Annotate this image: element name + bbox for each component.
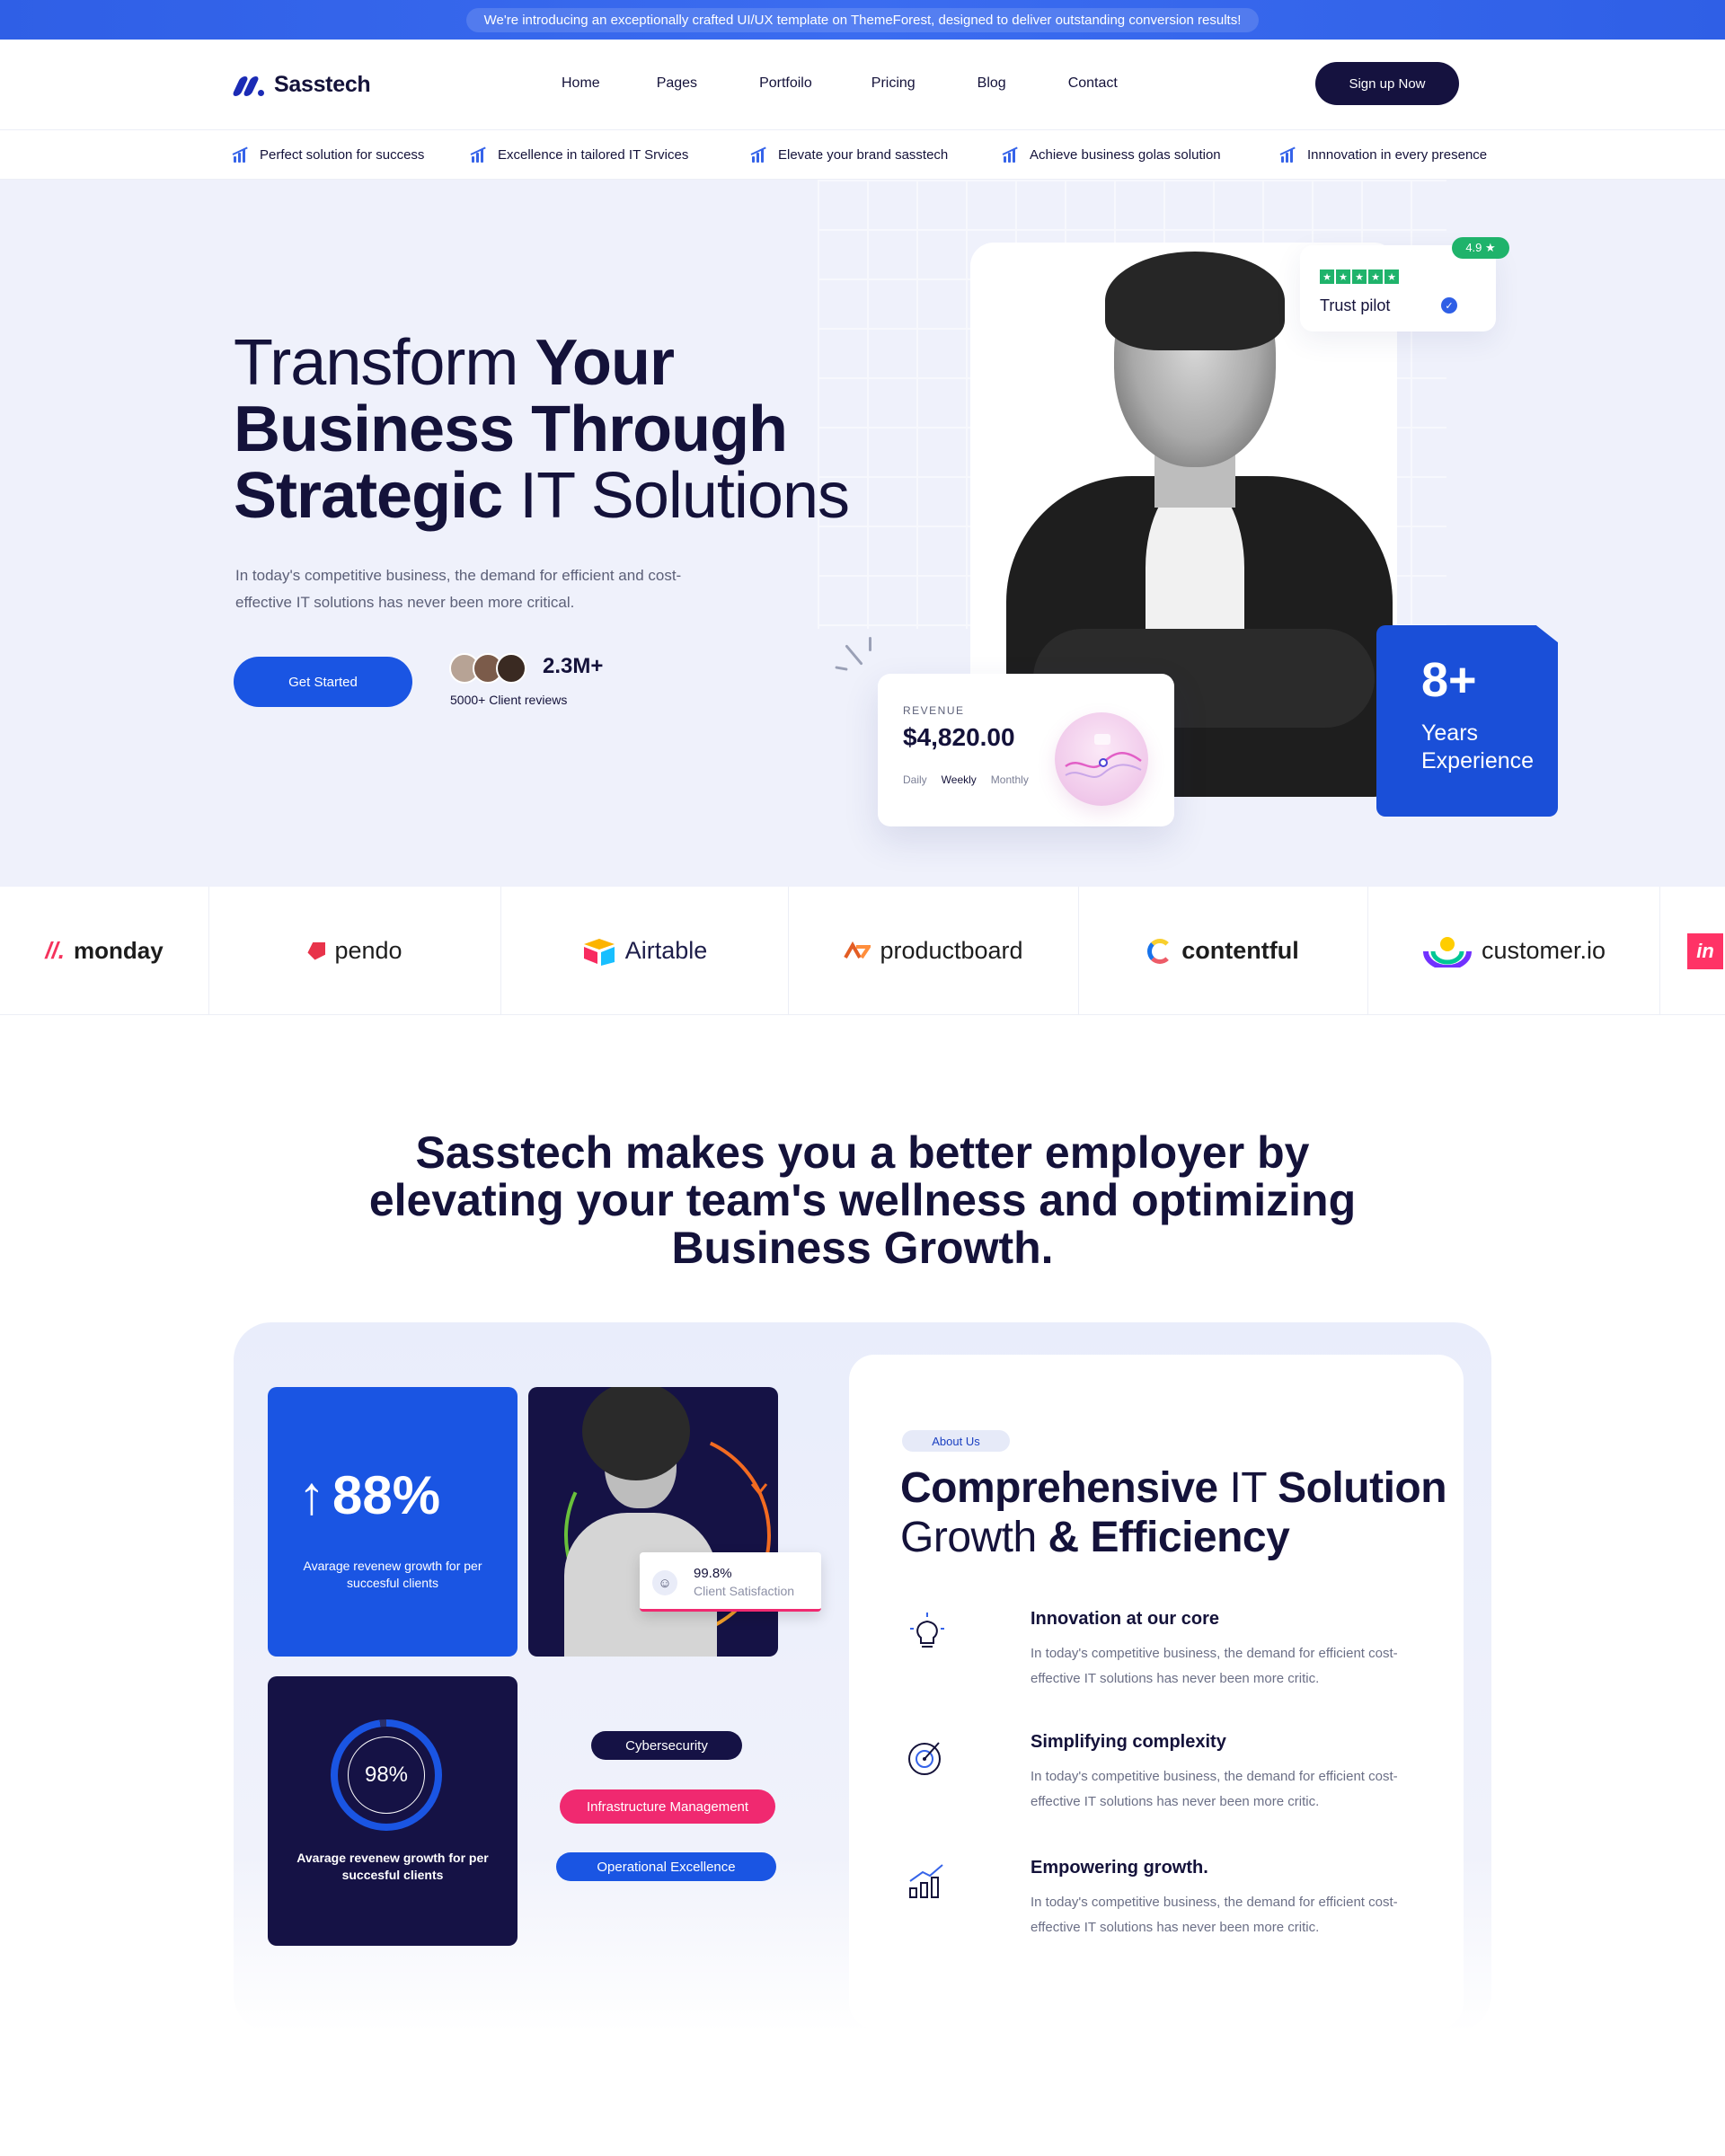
about-badge: About Us: [902, 1430, 1010, 1452]
partner-logo-productboard[interactable]: productboard: [789, 887, 1079, 1015]
strip-item: Innnovation in every presence: [1279, 146, 1488, 163]
get-started-button[interactable]: Get Started: [234, 657, 412, 707]
experience-card: 8+ Years Experience: [1376, 625, 1558, 817]
nav-item-contact[interactable]: Contact: [1068, 75, 1118, 92]
partner-logo-pendo[interactable]: pendo: [209, 887, 501, 1015]
nav-item-home[interactable]: Home: [562, 75, 600, 92]
nav-item-portfolio[interactable]: Portfoilo: [759, 75, 812, 92]
revenue-tabs: Daily Weekly Monthly: [903, 773, 1029, 786]
nav-item-blog[interactable]: Blog: [978, 75, 1006, 92]
site-header: Sasstech Home Pages Portfoilo Pricing Bl…: [0, 40, 1725, 129]
ring-value: 98%: [348, 1736, 425, 1814]
experience-label: Years Experience: [1421, 720, 1535, 773]
revenue-chart-icon: [1055, 712, 1148, 806]
section-heading: Sasstech makes you a better employer by …: [368, 1127, 1357, 1273]
strip-item-label: Innnovation in every presence: [1307, 146, 1488, 163]
tag-infrastructure[interactable]: Infrastructure Management: [560, 1789, 775, 1824]
hero-title: Transform Your Business Through Strategi…: [234, 327, 850, 532]
feature-description: In today's competitive business, the dem…: [1031, 1895, 1398, 1935]
growth-bars-icon: [1279, 146, 1296, 163]
client-avatars: [449, 653, 526, 684]
smile-icon: ☺: [652, 1570, 677, 1595]
ring-stat-card: 98% Avarage revenew growth for per succe…: [268, 1676, 518, 1946]
verified-badge-icon: ✓: [1441, 297, 1457, 314]
strip-item: Elevate your brand sasstech: [750, 146, 949, 163]
growth-stat-value: ↑ 88%: [298, 1465, 441, 1525]
announcement-bar: We're introducing an exceptionally craft…: [0, 0, 1725, 40]
revenue-card: REVENUE $4,820.00 Daily Weekly Monthly: [878, 674, 1174, 826]
pendo-mark-icon: [307, 941, 326, 960]
growth-chart-icon: [909, 1864, 943, 1898]
satisfaction-card: ☺ 99.8% Client Satisfaction: [640, 1552, 821, 1612]
growth-stat-description: Avarage revenew growth for per succesful…: [303, 1559, 482, 1590]
tag-operational[interactable]: Operational Excellence: [556, 1852, 776, 1881]
monday-mark-icon: //.: [45, 937, 65, 964]
features-strip: Perfect solution for success Excellence …: [0, 129, 1725, 180]
feature-title: Innovation at our core: [1031, 1609, 1220, 1629]
revenue-label: REVENUE: [903, 704, 965, 717]
partner-logo-airtable[interactable]: Airtable: [501, 887, 789, 1015]
airtable-mark-icon: [583, 938, 615, 966]
announcement-text[interactable]: We're introducing an exceptionally craft…: [465, 7, 1260, 32]
partner-logo-invision[interactable]: in: [1660, 887, 1725, 1015]
hero-description: In today's competitive business, the dem…: [235, 567, 682, 611]
experience-number: 8+: [1421, 653, 1477, 707]
tab-monthly[interactable]: Monthly: [991, 773, 1029, 786]
avatar: [496, 653, 526, 684]
tag-cybersecurity[interactable]: Cybersecurity: [591, 1731, 742, 1760]
target-icon: [908, 1742, 941, 1775]
growth-bars-icon: [750, 146, 767, 163]
partner-logo-monday[interactable]: //. monday: [0, 887, 209, 1015]
logo-mark-icon: [231, 75, 265, 96]
productboard-mark-icon: [844, 941, 871, 959]
star-rating-icon: ★ ★ ★ ★ ★: [1320, 270, 1399, 284]
growth-bars-icon: [470, 146, 487, 163]
growth-stat-card: ↑ 88% Avarage revenew growth for per succ…: [268, 1387, 518, 1657]
partner-logo-customerio[interactable]: customer.io: [1368, 887, 1660, 1015]
satisfaction-value: 99.8%: [694, 1566, 732, 1581]
feature-description: In today's competitive business, the dem…: [1031, 1646, 1398, 1686]
strip-item-label: Excellence in tailored IT Srvices: [498, 146, 689, 163]
arrow-up-icon: ↑: [298, 1465, 325, 1525]
feature-description: In today's competitive business, the dem…: [1031, 1769, 1398, 1809]
tab-daily[interactable]: Daily: [903, 773, 927, 786]
reviews-count: 2.3M+: [543, 654, 604, 678]
lightbulb-icon: [910, 1613, 944, 1648]
brand-name: Sasstech: [274, 72, 371, 97]
partner-logo-contentful[interactable]: contentful: [1079, 887, 1368, 1015]
tab-weekly[interactable]: Weekly: [942, 773, 977, 786]
revenue-value: $4,820.00: [903, 723, 1015, 751]
sparkle-icon: [835, 637, 876, 678]
arrow-down-icon: [750, 1483, 768, 1496]
contentful-mark-icon: [1147, 938, 1173, 964]
strip-item: Excellence in tailored IT Srvices: [470, 146, 689, 163]
strip-item: Perfect solution for success: [232, 146, 425, 163]
signup-button[interactable]: Sign up Now: [1315, 62, 1459, 105]
customerio-mark-icon: [1422, 936, 1472, 968]
strip-item-label: Perfect solution for success: [260, 146, 425, 163]
satisfaction-label: Client Satisfaction: [694, 1584, 795, 1598]
rating-badge: 4.9 ★: [1452, 237, 1509, 259]
partner-logos: //. monday pendo Airtable productboard c…: [0, 887, 1725, 1015]
main-nav: Home Pages Portfoilo Pricing Blog Contac…: [562, 75, 1118, 92]
trustpilot-label: Trust pilot: [1320, 296, 1391, 314]
client-photo: [528, 1387, 778, 1657]
feature-title: Simplifying complexity: [1031, 1732, 1226, 1752]
strip-item: Achieve business golas solution: [1002, 146, 1221, 163]
hero-section: Transform Your Business Through Strategi…: [0, 180, 1725, 887]
progress-ring: 98%: [331, 1719, 442, 1831]
ring-stat-description: Avarage revenew growth for per succesful…: [296, 1851, 489, 1882]
nav-item-pricing[interactable]: Pricing: [871, 75, 916, 92]
strip-item-label: Achieve business golas solution: [1030, 146, 1221, 163]
about-card: About Us Comprehensive IT Solution Growth…: [849, 1355, 1464, 2028]
about-title: Comprehensive IT Solution Growth & Effici…: [900, 1464, 1447, 1561]
brand-logo[interactable]: Sasstech: [231, 72, 371, 98]
growth-bars-icon: [232, 146, 249, 163]
nav-item-pages[interactable]: Pages: [657, 75, 697, 92]
strip-item-label: Elevate your brand sasstech: [778, 146, 949, 163]
feature-title: Empowering growth.: [1031, 1858, 1208, 1878]
reviews-label: 5000+ Client reviews: [450, 693, 568, 707]
growth-bars-icon: [1002, 146, 1019, 163]
